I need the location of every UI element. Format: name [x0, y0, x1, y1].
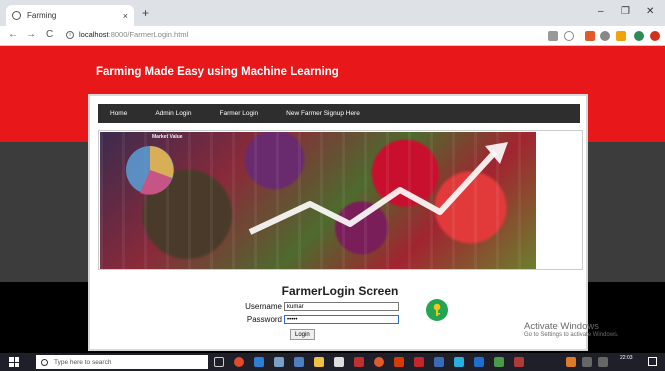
- key-extension-icon[interactable]: [548, 31, 558, 41]
- key-icon[interactable]: [426, 299, 448, 321]
- taskbar-app-icon[interactable]: [434, 357, 444, 367]
- taskbar-app-icon[interactable]: [354, 357, 364, 367]
- word-icon[interactable]: [474, 357, 484, 367]
- menu-home[interactable]: Home: [110, 110, 127, 117]
- extension-icon[interactable]: [616, 31, 626, 41]
- clock[interactable]: 22:03: [620, 355, 633, 361]
- menu-admin-login[interactable]: Admin Login: [155, 110, 191, 117]
- username-label: Username: [245, 302, 282, 311]
- reload-button[interactable]: C: [46, 29, 53, 40]
- extension-icon[interactable]: [585, 31, 595, 41]
- volume-icon[interactable]: [598, 357, 608, 367]
- page: Farming Made Easy using Machine Learning…: [0, 46, 665, 353]
- banner: Market Value: [98, 130, 583, 270]
- banner-image: Market Value: [100, 132, 536, 269]
- chrome-icon[interactable]: [374, 357, 384, 367]
- taskbar-app-icon[interactable]: [454, 357, 464, 367]
- profile-avatar[interactable]: [634, 31, 644, 41]
- network-icon[interactable]: [582, 357, 592, 367]
- extension-icon[interactable]: [650, 31, 660, 41]
- menu-new-farmer-signup[interactable]: New Farmer Signup Here: [286, 110, 360, 117]
- maximize-button[interactable]: ❐: [621, 6, 630, 17]
- taskbar-search[interactable]: Type here to search: [36, 355, 208, 369]
- address-bar: ← → C i localhost:8000/FarmerLogin.html: [0, 26, 665, 46]
- login-title: FarmerLogin Screen: [281, 284, 399, 298]
- edge-icon[interactable]: [254, 357, 264, 367]
- username-row: Username: [240, 302, 399, 311]
- extension-icon[interactable]: [600, 31, 610, 41]
- store-icon[interactable]: [334, 357, 344, 367]
- search-icon: [41, 358, 48, 366]
- minimize-button[interactable]: –: [598, 6, 604, 17]
- site-title: Farming Made Easy using Machine Learning: [96, 66, 339, 78]
- tray-icon[interactable]: [566, 357, 576, 367]
- favicon-icon: [12, 11, 21, 20]
- menu-bar: Home Admin Login Farmer Login New Farmer…: [98, 104, 580, 123]
- back-button[interactable]: ←: [8, 29, 18, 40]
- url-host: localhost: [79, 30, 109, 39]
- tab-title: Farming: [27, 11, 57, 20]
- password-input[interactable]: [284, 315, 399, 324]
- rising-arrow-icon: [126, 142, 508, 235]
- password-label: Password: [246, 315, 282, 324]
- acrobat-icon[interactable]: [414, 357, 424, 367]
- info-icon[interactable]: i: [66, 30, 74, 39]
- taskbar-app-icon[interactable]: [294, 357, 304, 367]
- url-path: :8000/FarmerLogin.html: [108, 30, 189, 39]
- forward-button[interactable]: →: [26, 29, 36, 40]
- url-field[interactable]: i localhost:8000/FarmerLogin.html: [66, 30, 188, 39]
- star-icon[interactable]: [564, 31, 574, 41]
- taskbar-app-icon[interactable]: [514, 357, 524, 367]
- powerpoint-icon[interactable]: [394, 357, 404, 367]
- password-row: Password: [240, 315, 399, 324]
- activate-windows-watermark: Activate Windows Go to Settings to activ…: [524, 321, 619, 338]
- watermark-line1: Activate Windows: [524, 321, 599, 332]
- username-input[interactable]: [284, 302, 399, 311]
- watermark-line2: Go to Settings to activate Windows.: [524, 332, 619, 338]
- browser-tab-bar: Farming × + – ❐ ✕: [0, 0, 665, 26]
- content-panel: Home Admin Login Farmer Login New Farmer…: [88, 94, 588, 351]
- search-placeholder: Type here to search: [54, 358, 112, 366]
- task-view-icon[interactable]: [214, 357, 224, 367]
- browser-tab[interactable]: Farming ×: [6, 5, 134, 26]
- tab-close-icon[interactable]: ×: [123, 11, 128, 21]
- taskbar-app-icon[interactable]: [234, 357, 244, 367]
- taskbar-app-icon[interactable]: [494, 357, 504, 367]
- file-explorer-icon[interactable]: [314, 357, 324, 367]
- notification-icon[interactable]: [648, 357, 657, 366]
- new-tab-button[interactable]: +: [142, 6, 149, 20]
- menu-farmer-login[interactable]: Farmer Login: [219, 110, 258, 117]
- taskbar-app-icon[interactable]: [274, 357, 284, 367]
- windows-start-icon[interactable]: [9, 357, 19, 367]
- taskbar: Type here to search 22:03: [0, 353, 665, 371]
- close-window-button[interactable]: ✕: [646, 6, 654, 17]
- login-button[interactable]: Login: [290, 329, 315, 340]
